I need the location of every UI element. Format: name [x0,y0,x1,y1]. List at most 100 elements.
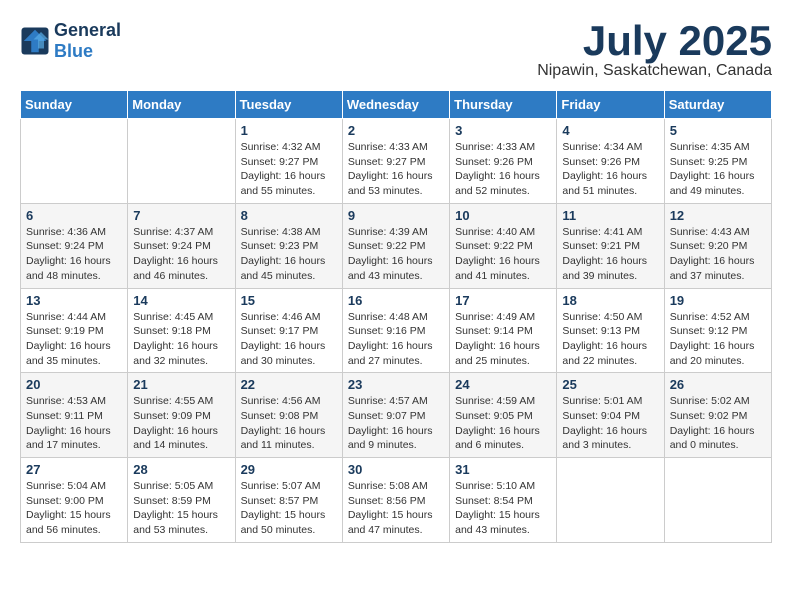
calendar-day-cell: 2 Sunrise: 4:33 AM Sunset: 9:27 PM Daylig… [342,119,449,204]
calendar-header-row: SundayMondayTuesdayWednesdayThursdayFrid… [21,91,772,119]
day-number: 23 [348,377,444,392]
day-info: Sunrise: 4:53 AM Sunset: 9:11 PM Dayligh… [26,394,122,453]
day-info: Sunrise: 4:35 AM Sunset: 9:25 PM Dayligh… [670,140,766,199]
day-info: Sunrise: 4:55 AM Sunset: 9:09 PM Dayligh… [133,394,229,453]
calendar-day-cell: 31Sunrise: 5:10 AM Sunset: 8:54 PM Dayli… [450,458,557,543]
calendar-day-cell: 20 Sunrise: 4:53 AM Sunset: 9:11 PM Dayli… [21,373,128,458]
day-info: Sunrise: 4:44 AM Sunset: 9:19 PM Dayligh… [26,310,122,369]
calendar-week-row: 20 Sunrise: 4:53 AM Sunset: 9:11 PM Dayli… [21,373,772,458]
calendar-day-cell: 4 Sunrise: 4:34 AM Sunset: 9:26 PM Daylig… [557,119,664,204]
calendar-day-cell: 26 Sunrise: 5:02 AM Sunset: 9:02 PM Dayli… [664,373,771,458]
day-info: Sunrise: 4:37 AM Sunset: 9:24 PM Dayligh… [133,225,229,284]
logo: General Blue [20,20,121,62]
day-number: 25 [562,377,658,392]
day-number: 9 [348,208,444,223]
calendar-day-cell: 17Sunrise: 4:49 AM Sunset: 9:14 PM Dayli… [450,288,557,373]
calendar-day-cell: 30 Sunrise: 5:08 AM Sunset: 8:56 PM Dayli… [342,458,449,543]
day-number: 29 [241,462,337,477]
calendar-day-cell [664,458,771,543]
day-number: 6 [26,208,122,223]
calendar-day-cell: 7Sunrise: 4:37 AM Sunset: 9:24 PM Daylig… [128,203,235,288]
day-info: Sunrise: 4:52 AM Sunset: 9:12 PM Dayligh… [670,310,766,369]
calendar-week-row: 6 Sunrise: 4:36 AM Sunset: 9:24 PM Daylig… [21,203,772,288]
day-number: 19 [670,293,766,308]
calendar-day-cell: 8Sunrise: 4:38 AM Sunset: 9:23 PM Daylig… [235,203,342,288]
calendar-day-cell: 13 Sunrise: 4:44 AM Sunset: 9:19 PM Dayli… [21,288,128,373]
calendar-week-row: 1Sunrise: 4:32 AM Sunset: 9:27 PM Daylig… [21,119,772,204]
day-info: Sunrise: 5:08 AM Sunset: 8:56 PM Dayligh… [348,479,444,538]
calendar-day-cell: 27 Sunrise: 5:04 AM Sunset: 9:00 PM Dayli… [21,458,128,543]
calendar-day-cell [128,119,235,204]
day-info: Sunrise: 4:36 AM Sunset: 9:24 PM Dayligh… [26,225,122,284]
day-info: Sunrise: 5:10 AM Sunset: 8:54 PM Dayligh… [455,479,551,538]
calendar-day-cell: 19 Sunrise: 4:52 AM Sunset: 9:12 PM Dayli… [664,288,771,373]
day-number: 4 [562,123,658,138]
day-info: Sunrise: 5:07 AM Sunset: 8:57 PM Dayligh… [241,479,337,538]
calendar-day-cell: 29 Sunrise: 5:07 AM Sunset: 8:57 PM Dayli… [235,458,342,543]
weekday-header: Monday [128,91,235,119]
day-info: Sunrise: 5:04 AM Sunset: 9:00 PM Dayligh… [26,479,122,538]
weekday-header: Saturday [664,91,771,119]
day-info: Sunrise: 5:01 AM Sunset: 9:04 PM Dayligh… [562,394,658,453]
location: Nipawin, Saskatchewan, Canada [537,62,772,80]
day-info: Sunrise: 4:33 AM Sunset: 9:26 PM Dayligh… [455,140,551,199]
calendar-day-cell [557,458,664,543]
calendar-day-cell: 3 Sunrise: 4:33 AM Sunset: 9:26 PM Daylig… [450,119,557,204]
day-number: 3 [455,123,551,138]
calendar-day-cell: 12 Sunrise: 4:43 AM Sunset: 9:20 PM Dayli… [664,203,771,288]
day-number: 30 [348,462,444,477]
day-info: Sunrise: 4:43 AM Sunset: 9:20 PM Dayligh… [670,225,766,284]
calendar-day-cell: 6 Sunrise: 4:36 AM Sunset: 9:24 PM Daylig… [21,203,128,288]
day-number: 16 [348,293,444,308]
day-info: Sunrise: 4:39 AM Sunset: 9:22 PM Dayligh… [348,225,444,284]
day-info: Sunrise: 4:57 AM Sunset: 9:07 PM Dayligh… [348,394,444,453]
logo-icon [20,26,50,56]
day-number: 20 [26,377,122,392]
weekday-header: Tuesday [235,91,342,119]
calendar-day-cell: 18 Sunrise: 4:50 AM Sunset: 9:13 PM Dayli… [557,288,664,373]
title-block: July 2025 Nipawin, Saskatchewan, Canada [537,20,772,80]
day-info: Sunrise: 5:05 AM Sunset: 8:59 PM Dayligh… [133,479,229,538]
day-number: 1 [241,123,337,138]
page-header: General Blue July 2025 Nipawin, Saskatch… [20,20,772,80]
day-info: Sunrise: 4:50 AM Sunset: 9:13 PM Dayligh… [562,310,658,369]
day-info: Sunrise: 5:02 AM Sunset: 9:02 PM Dayligh… [670,394,766,453]
day-number: 13 [26,293,122,308]
day-number: 12 [670,208,766,223]
weekday-header: Friday [557,91,664,119]
calendar-day-cell: 16Sunrise: 4:48 AM Sunset: 9:16 PM Dayli… [342,288,449,373]
weekday-header: Wednesday [342,91,449,119]
weekday-header: Thursday [450,91,557,119]
calendar-day-cell: 22Sunrise: 4:56 AM Sunset: 9:08 PM Dayli… [235,373,342,458]
calendar-day-cell: 24Sunrise: 4:59 AM Sunset: 9:05 PM Dayli… [450,373,557,458]
day-number: 21 [133,377,229,392]
day-info: Sunrise: 4:49 AM Sunset: 9:14 PM Dayligh… [455,310,551,369]
day-number: 27 [26,462,122,477]
weekday-header: Sunday [21,91,128,119]
calendar-day-cell: 11 Sunrise: 4:41 AM Sunset: 9:21 PM Dayli… [557,203,664,288]
day-number: 2 [348,123,444,138]
day-number: 15 [241,293,337,308]
day-number: 26 [670,377,766,392]
day-info: Sunrise: 4:41 AM Sunset: 9:21 PM Dayligh… [562,225,658,284]
calendar-week-row: 27 Sunrise: 5:04 AM Sunset: 9:00 PM Dayli… [21,458,772,543]
calendar-day-cell: 1Sunrise: 4:32 AM Sunset: 9:27 PM Daylig… [235,119,342,204]
calendar-day-cell: 25 Sunrise: 5:01 AM Sunset: 9:04 PM Dayli… [557,373,664,458]
calendar-day-cell: 28Sunrise: 5:05 AM Sunset: 8:59 PM Dayli… [128,458,235,543]
month-title: July 2025 [537,20,772,62]
calendar-week-row: 13 Sunrise: 4:44 AM Sunset: 9:19 PM Dayli… [21,288,772,373]
calendar-day-cell: 9 Sunrise: 4:39 AM Sunset: 9:22 PM Daylig… [342,203,449,288]
day-info: Sunrise: 4:45 AM Sunset: 9:18 PM Dayligh… [133,310,229,369]
calendar-day-cell: 21 Sunrise: 4:55 AM Sunset: 9:09 PM Dayli… [128,373,235,458]
day-number: 11 [562,208,658,223]
day-number: 10 [455,208,551,223]
day-number: 5 [670,123,766,138]
day-info: Sunrise: 4:34 AM Sunset: 9:26 PM Dayligh… [562,140,658,199]
day-info: Sunrise: 4:56 AM Sunset: 9:08 PM Dayligh… [241,394,337,453]
day-number: 18 [562,293,658,308]
day-info: Sunrise: 4:38 AM Sunset: 9:23 PM Dayligh… [241,225,337,284]
day-info: Sunrise: 4:33 AM Sunset: 9:27 PM Dayligh… [348,140,444,199]
logo-text: General Blue [54,20,121,62]
calendar-day-cell: 10Sunrise: 4:40 AM Sunset: 9:22 PM Dayli… [450,203,557,288]
calendar-day-cell: 23 Sunrise: 4:57 AM Sunset: 9:07 PM Dayli… [342,373,449,458]
